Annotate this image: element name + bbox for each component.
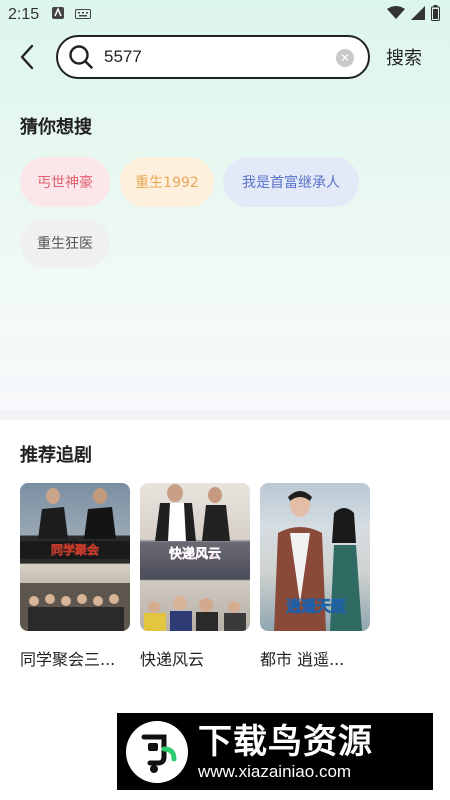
suggestions-title: 猜你想搜 bbox=[20, 117, 92, 138]
watermark-banner: 下载鸟资源 www.xiazainiao.com bbox=[117, 713, 433, 790]
poster-title-text: 同学聚会 bbox=[51, 542, 100, 557]
chevron-left-icon bbox=[20, 44, 34, 70]
watermark-text: 下载鸟资源 www.xiazainiao.com bbox=[198, 722, 373, 782]
suggestion-chip[interactable]: 重生狂医 bbox=[20, 218, 110, 268]
section-divider bbox=[0, 410, 450, 420]
drama-title: 快递风云 bbox=[140, 650, 205, 669]
drama-title: 都市 逍遥... bbox=[260, 650, 345, 669]
suggestion-chip[interactable]: 丐世神豪 bbox=[20, 157, 110, 207]
app-notification-icon bbox=[51, 6, 65, 24]
drama-poster: 逍遥天医 bbox=[260, 483, 370, 631]
poster-title-text: 逍遥天医 bbox=[286, 597, 346, 615]
keyboard-icon bbox=[75, 6, 92, 24]
signal-icon bbox=[411, 6, 425, 24]
wifi-icon bbox=[387, 6, 405, 24]
status-bar: 2:15 bbox=[0, 0, 450, 30]
suggestion-chip[interactable]: 重生1992 bbox=[120, 157, 214, 207]
drama-poster: 快递风云 bbox=[140, 483, 250, 631]
search-box: ✕ bbox=[56, 35, 370, 79]
suggestion-chip[interactable]: 我是首富继承人 bbox=[223, 157, 359, 207]
bird-logo-icon bbox=[126, 720, 188, 783]
drama-card[interactable]: 快递风云 快递风云 bbox=[140, 483, 250, 670]
drama-card[interactable]: 逍遥天医 都市 逍遥... bbox=[260, 483, 370, 670]
battery-icon bbox=[431, 5, 440, 25]
search-row: ✕ 搜索 bbox=[0, 34, 450, 80]
search-input[interactable] bbox=[104, 42, 324, 72]
watermark-url: www.xiazainiao.com bbox=[198, 761, 352, 781]
watermark-brand: 下载鸟资源 bbox=[198, 721, 373, 762]
status-time: 2:15 bbox=[8, 6, 40, 23]
drama-card[interactable]: 同学聚会 同学聚会三... bbox=[20, 483, 130, 670]
drama-title: 同学聚会三... bbox=[20, 650, 116, 669]
status-right-icons bbox=[387, 5, 440, 25]
drama-poster: 同学聚会 bbox=[20, 483, 130, 631]
back-button[interactable] bbox=[12, 42, 42, 72]
clear-search-button[interactable]: ✕ bbox=[336, 49, 354, 67]
poster-title-text: 快递风云 bbox=[169, 546, 221, 562]
search-button[interactable]: 搜索 bbox=[386, 44, 422, 70]
recommend-title: 推荐追剧 bbox=[20, 445, 92, 466]
search-icon bbox=[69, 45, 93, 69]
close-icon: ✕ bbox=[339, 51, 351, 65]
